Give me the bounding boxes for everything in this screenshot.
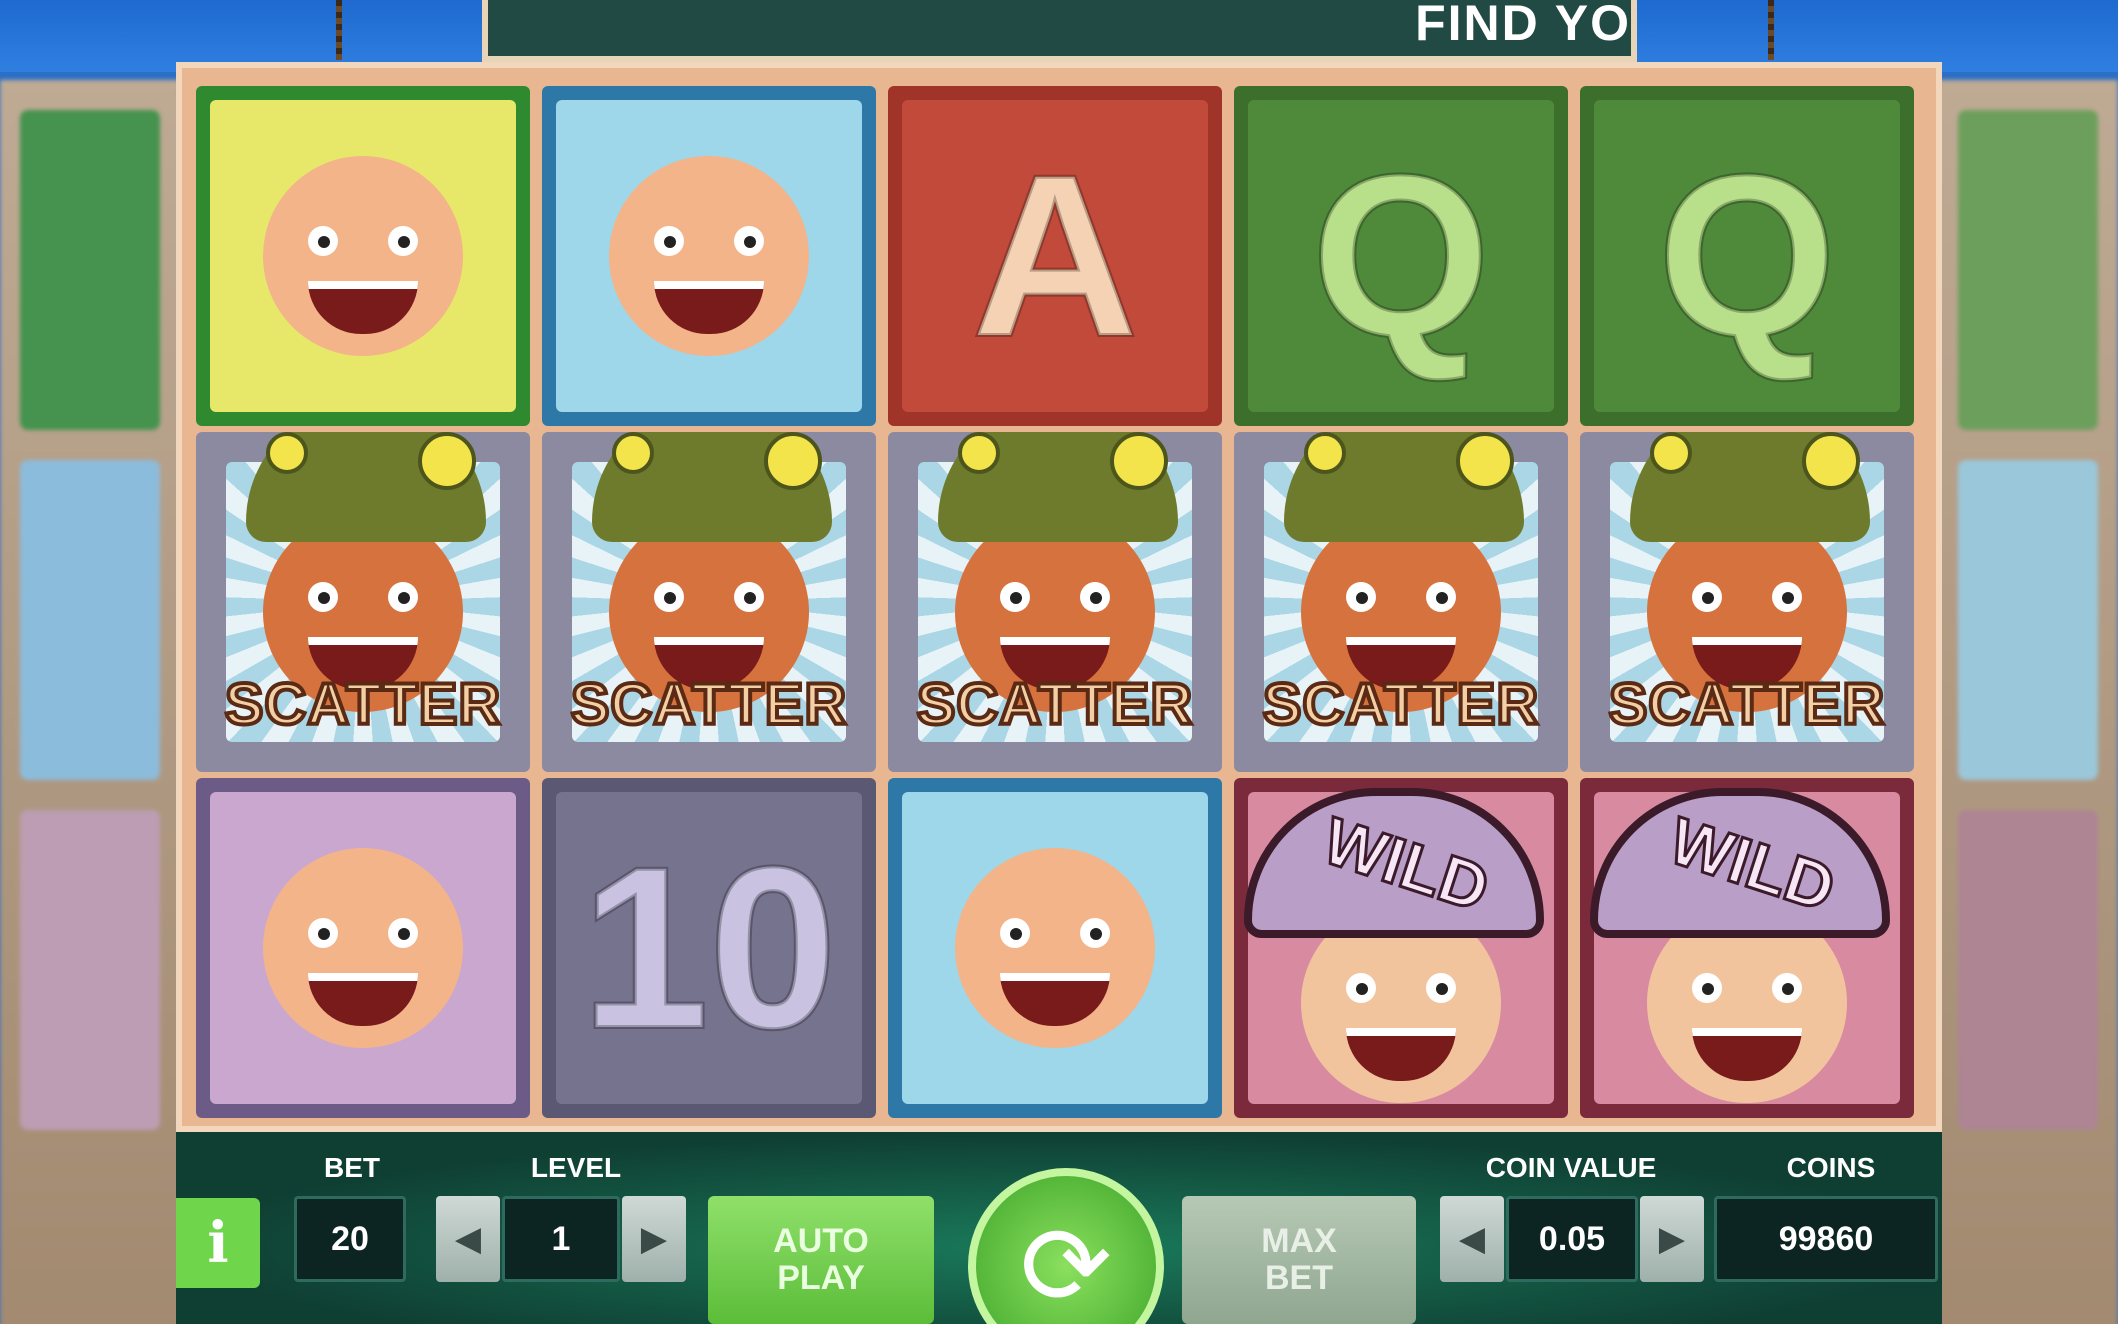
crocodile-hat-icon [1284,432,1524,542]
title-banner: FIND YO [482,0,1637,62]
control-panel: i BET 20 LEVEL ◀ 1 ▶ AUTO PLAY ⟳ MAX BET… [176,1132,1942,1324]
slot-game: FIND YO SCATTER SCATTER 10 A SCATTER Q SCATTER… [0,0,2118,1324]
scatter-label: SCATTER [1607,670,1887,739]
reel-symbol [888,778,1222,1118]
chevron-right-icon: ▶ [1658,1219,1686,1259]
wild-label: WILD [1659,801,1845,926]
scatter-label: SCATTER [1261,670,1541,739]
level-value: 1 [502,1196,620,1282]
coin-value-label: COIN VALUE [1485,1152,1657,1183]
chevron-right-icon: ▶ [640,1219,668,1259]
reel-symbol [196,86,530,426]
ace-card-icon: A [970,127,1140,384]
crocodile-hat-icon [246,432,486,542]
ghost-symbol [1958,110,2098,430]
coin-value: 0.05 [1506,1196,1638,1282]
reel-symbol: Q [1580,86,1914,426]
reel-symbol: WILD [1234,778,1568,1118]
reel-2: SCATTER 10 [536,86,882,1126]
rope-right [1768,0,1774,60]
reel-symbol: WILD [1580,778,1914,1118]
info-icon: i [207,1210,229,1276]
reel-4: Q SCATTER WILD [1228,86,1574,1126]
reel-symbol: SCATTER [542,432,876,772]
auto-play-label: AUTO PLAY [773,1221,869,1297]
banner-text: FIND YO [1415,0,1631,51]
reel-symbol: SCATTER [1234,432,1568,772]
queen-card-icon: Q [1656,127,1839,384]
left-background-reels [0,80,180,1324]
coin-value-decrease-button[interactable]: ◀ [1440,1196,1504,1282]
level-increase-button[interactable]: ▶ [622,1196,686,1282]
reel-symbol [196,778,530,1118]
reel-symbol: A [888,86,1222,426]
reel-symbol: SCATTER [888,432,1222,772]
spin-arrows-icon: ⟳ [1019,1202,1113,1324]
scatter-label: SCATTER [915,670,1195,739]
auto-play-button[interactable]: AUTO PLAY [708,1196,934,1324]
ghost-symbol [20,460,160,780]
level-decrease-button[interactable]: ◀ [436,1196,500,1282]
level-label: LEVEL [530,1152,622,1183]
crocodile-hat-icon [938,432,1178,542]
right-background-reels [1938,80,2118,1324]
info-button[interactable]: i [176,1198,260,1288]
crocodile-hat-icon [592,432,832,542]
reel-symbol: SCATTER [1580,432,1914,772]
duck-hat-boy-icon [609,156,809,356]
fat-pirate-eyepatch-icon [263,848,463,1048]
nurse-character-icon [263,156,463,356]
scatter-label: SCATTER [223,670,503,739]
wild-label: WILD [1313,801,1499,926]
coins-label: COINS [1786,1152,1876,1183]
ghost-symbol [20,810,160,1130]
coins-value: 99860 [1714,1196,1938,1282]
spin-button[interactable]: ⟳ [968,1168,1164,1324]
reel-symbol: Q [1234,86,1568,426]
bet-label: BET [324,1152,380,1183]
reel-symbol: 10 [542,778,876,1118]
rope-left [336,0,342,60]
max-bet-label: MAX BET [1261,1221,1337,1297]
chevron-left-icon: ◀ [1458,1219,1486,1259]
crocodile-hat-icon [1630,432,1870,542]
max-bet-button[interactable]: MAX BET [1182,1196,1416,1324]
reel-board: SCATTER SCATTER 10 A SCATTER Q SCATTER WILD Q SCA… [176,62,1942,1132]
queen-card-icon: Q [1310,127,1493,384]
coin-value-increase-button[interactable]: ▶ [1640,1196,1704,1282]
reel-3: A SCATTER [882,86,1228,1126]
reel-5: Q SCATTER WILD [1574,86,1920,1126]
reel-symbol [542,86,876,426]
ghost-symbol [1958,810,2098,1130]
duck-hat-boy-icon [955,848,1155,1048]
ghost-symbol [1958,460,2098,780]
chevron-left-icon: ◀ [454,1219,482,1259]
bet-value: 20 [294,1196,406,1282]
reel-symbol: SCATTER [196,432,530,772]
reel-1: SCATTER [190,86,536,1126]
ghost-symbol [20,110,160,430]
ten-card-icon: 10 [579,819,839,1076]
scatter-label: SCATTER [569,670,849,739]
